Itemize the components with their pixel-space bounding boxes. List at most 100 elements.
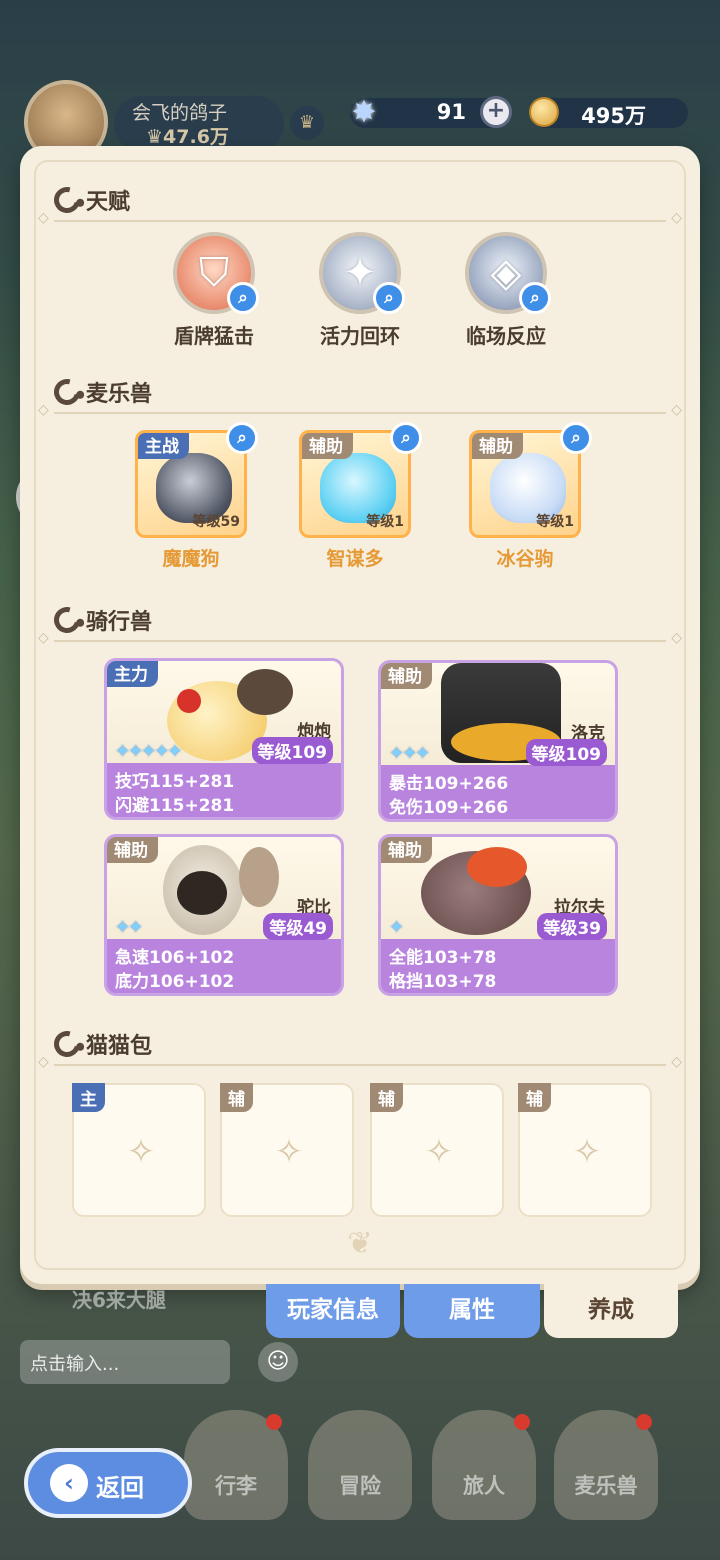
section-talent: 天赋 — [49, 182, 131, 218]
coin-value: 495万 — [581, 104, 646, 128]
mount-stat: 暴击109+266 — [389, 774, 509, 794]
catbag-slot-sub-3[interactable]: 辅 ✧ — [518, 1083, 652, 1217]
mount-level: 等级49 — [263, 913, 333, 940]
talent-2[interactable]: ✦ ⌕ 活力回环 — [300, 232, 420, 349]
talent-1[interactable]: ⛉ ⌕ 盾牌猛击 — [154, 232, 274, 349]
player-power: ♛47.6万 — [146, 126, 229, 148]
slot-tag: 主 — [72, 1083, 105, 1112]
pet-name: 冰谷驹 — [496, 548, 554, 570]
section-title: 骑行兽 — [86, 610, 153, 635]
mount-level: 等级109 — [525, 739, 607, 766]
section-pets: 麦乐兽 — [49, 374, 153, 410]
pet-level: 等级1 — [366, 514, 404, 530]
nav-pets[interactable]: 麦乐兽 — [554, 1410, 658, 1520]
role-badge: 主力 — [107, 661, 158, 687]
role-badge: 辅助 — [472, 433, 523, 459]
star-rating: ✦✦✦✦✦ — [115, 741, 182, 762]
nav-bag[interactable]: 行李 — [184, 1410, 288, 1520]
magnifier-icon[interactable]: ⌕ — [519, 282, 551, 314]
talent-name: 临场反应 — [466, 324, 546, 348]
section-title: 麦乐兽 — [86, 382, 153, 407]
tab-attributes[interactable]: 属性 — [404, 1284, 540, 1338]
mount-2[interactable]: 辅助 洛克 等级109 ✦✦✦ 暴击109+266 免伤109+266 — [378, 660, 618, 822]
emoji-icon[interactable]: ☺ — [258, 1342, 298, 1382]
chat-input[interactable]: 点击输入... — [20, 1340, 230, 1384]
pet-level: 等级1 — [536, 514, 574, 530]
star-rating: ✦ — [389, 917, 404, 938]
mount-stat: 技巧115+281 — [115, 772, 235, 792]
catbag-slot-main[interactable]: 主 ✧ — [72, 1083, 206, 1217]
magnifier-icon[interactable]: ⌕ — [373, 282, 405, 314]
section-catbag: 猫猫包 — [49, 1026, 153, 1062]
shield-icon: ⛉ ⌕ — [173, 232, 259, 314]
section-bullet-icon — [49, 182, 85, 218]
mount-4[interactable]: 辅助 拉尔夫 等级39 ✦ 全能103+78 格挡103+78 — [378, 834, 618, 996]
pet-3[interactable]: 辅助 等级1 ⌕ 冰谷驹 — [460, 422, 592, 571]
mount-stat: 闪避115+281 — [115, 796, 235, 816]
coin-counter: 495万 — [529, 97, 688, 128]
talent-name: 活力回环 — [320, 324, 400, 348]
magnifier-icon[interactable]: ⌕ — [390, 422, 422, 454]
star-rating: ✦✦✦ — [389, 743, 430, 764]
pet-name: 智谋多 — [326, 548, 384, 570]
crown-icon[interactable]: ♛ — [290, 106, 324, 140]
slot-tag: 辅 — [220, 1083, 253, 1112]
section-bullet-icon — [49, 1026, 85, 1062]
mount-level: 等级109 — [251, 737, 333, 764]
pet-2[interactable]: 辅助 等级1 ⌕ 智谋多 — [290, 422, 422, 571]
add-gems-button[interactable]: + — [480, 96, 512, 128]
talent-name: 盾牌猛击 — [174, 324, 254, 348]
catbag-slot-sub-1[interactable]: 辅 ✧ — [220, 1083, 354, 1217]
section-title: 猫猫包 — [86, 1034, 153, 1059]
nav-label: 行李 — [215, 1474, 257, 1498]
star-rating: ✦✦ — [115, 917, 143, 938]
gem-value: 91 — [436, 100, 466, 124]
section-title: 天赋 — [86, 190, 131, 215]
gem-counter: ✸ 91 + — [350, 95, 512, 130]
notification-dot — [266, 1414, 282, 1430]
nav-adventure[interactable]: 冒险 — [308, 1410, 412, 1520]
back-arrow-icon: ‹ — [50, 1464, 88, 1502]
divider — [38, 630, 682, 646]
tab-growth[interactable]: 养成 — [544, 1284, 678, 1338]
mount-stat: 格挡103+78 — [389, 972, 497, 992]
back-button[interactable]: ‹ 返回 — [24, 1448, 192, 1518]
mount-level: 等级39 — [537, 913, 607, 940]
notification-dot — [514, 1414, 530, 1430]
role-badge: 辅助 — [381, 663, 432, 689]
magnifier-icon[interactable]: ⌕ — [227, 282, 259, 314]
nav-label: 麦乐兽 — [574, 1474, 638, 1498]
section-mounts: 骑行兽 — [49, 602, 153, 638]
divider — [38, 402, 682, 418]
magnifier-icon[interactable]: ⌕ — [226, 422, 258, 454]
catbag-slot-sub-2[interactable]: 辅 ✧ — [370, 1083, 504, 1217]
empty-slot-icon: ✧ — [126, 1132, 156, 1172]
back-label: 返回 — [96, 1474, 144, 1502]
talent-3[interactable]: ◈ ⌕ 临场反应 — [446, 232, 566, 349]
magnifier-icon[interactable]: ⌕ — [560, 422, 592, 454]
mount-stat: 急速106+102 — [115, 948, 235, 968]
section-bullet-icon — [49, 602, 85, 638]
pet-level: 等级59 — [192, 514, 240, 530]
role-badge: 辅助 — [107, 837, 158, 863]
role-badge: 辅助 — [381, 837, 432, 863]
pet-1[interactable]: 主战 等级59 ⌕ 魔魔狗 — [126, 422, 258, 571]
tab-player-info[interactable]: 玩家信息 — [266, 1284, 400, 1338]
slot-tag: 辅 — [370, 1083, 403, 1112]
divider — [38, 210, 682, 226]
empty-slot-icon: ✧ — [424, 1132, 454, 1172]
divider — [38, 1054, 682, 1070]
mount-1[interactable]: 主力 炮炮 等级109 ✦✦✦✦✦ 技巧115+281 闪避115+281 — [104, 658, 344, 820]
gem-icon: ✸ — [351, 94, 377, 130]
mount-stat: 底力106+102 — [115, 972, 235, 992]
slot-tag: 辅 — [518, 1083, 551, 1112]
panel-emblem-icon: ❦ — [347, 1226, 373, 1261]
section-bullet-icon — [49, 374, 85, 410]
compass-star-icon: ✦ ⌕ — [319, 232, 405, 314]
mount-3[interactable]: 辅助 驼比 等级49 ✦✦ 急速106+102 底力106+102 — [104, 834, 344, 996]
player-power-value: 47.6万 — [163, 126, 229, 148]
nav-traveler[interactable]: 旅人 — [432, 1410, 536, 1520]
nav-label: 旅人 — [463, 1474, 505, 1498]
notification-dot — [636, 1414, 652, 1430]
background-chat-text: 决6来大腿 — [72, 1288, 166, 1312]
